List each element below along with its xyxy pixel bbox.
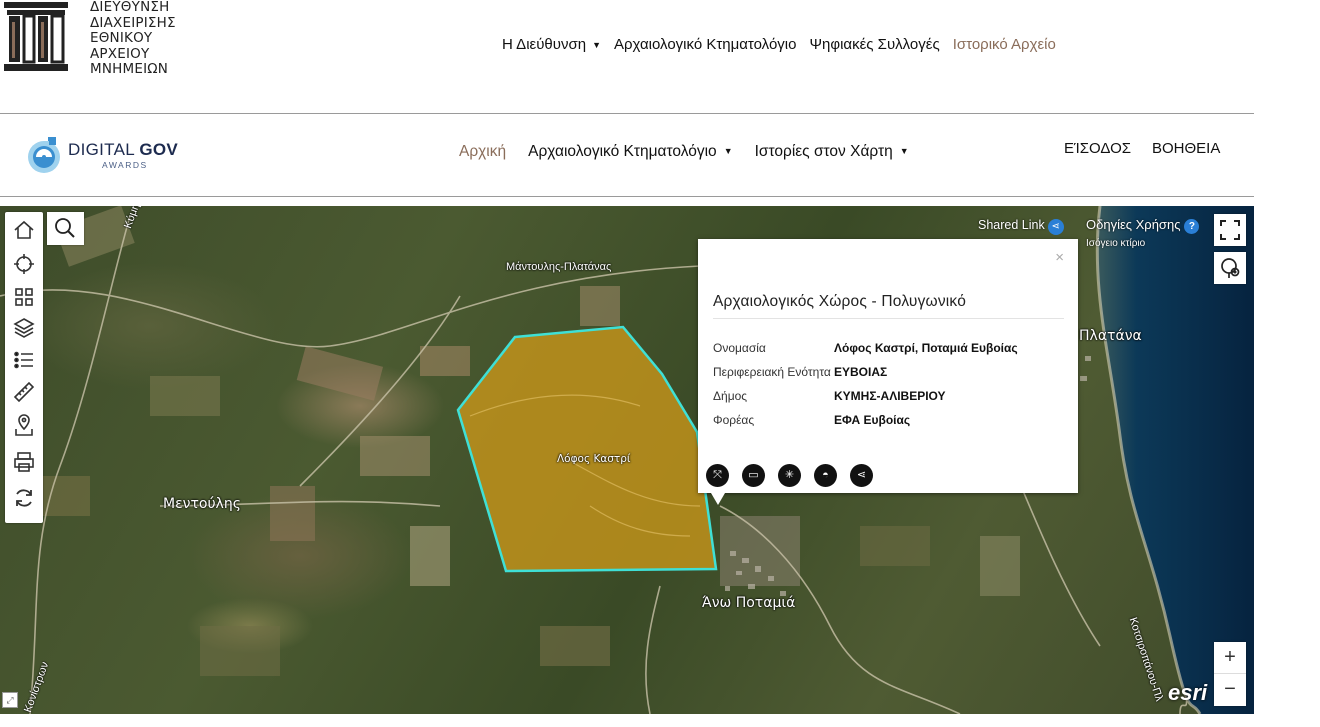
- ground-floor-label: Ισόγειο κτίριο: [1086, 238, 1146, 249]
- org-name: ΔΙΕΥΘΥΝΣΗ ΔΙΑΧΕΙΡΙΣΗΣ ΕΘΝΙΚΟΥ ΑΡΧΕΙΟΥ ΜΝ…: [90, 0, 176, 78]
- nav-stories-label: Ιστορίες στον Χάρτη: [754, 143, 893, 160]
- add-location-button[interactable]: [1214, 252, 1246, 284]
- popup-row-key: Ονομασία: [713, 341, 766, 355]
- elevation-icon[interactable]: ◓: [814, 464, 837, 487]
- caret-down-icon: ▼: [723, 146, 733, 156]
- award-title-bold: GOV: [139, 140, 179, 159]
- login-link[interactable]: ΕΊΣΟΔΟΣ: [1064, 140, 1131, 157]
- map-search-button[interactable]: [47, 212, 84, 245]
- locate-icon[interactable]: [12, 252, 36, 276]
- digital-gov-awards-logo[interactable]: DIGITAL GOV AWARDS: [24, 133, 184, 179]
- org-line: ΕΘΝΙΚΟΥ: [90, 30, 153, 46]
- site-label: Λόφος Καστρί: [557, 453, 631, 465]
- print-icon[interactable]: [12, 450, 36, 474]
- ministry-logo-icon[interactable]: [4, 2, 68, 72]
- zoom-out-button[interactable]: −: [1214, 674, 1246, 706]
- top-nav: Η Διεύθυνση ▼ Αρχαιολογικό Κτηματολόγιο Ψ…: [502, 36, 1069, 53]
- award-title: DIGITAL GOV: [68, 140, 178, 160]
- basemap-gallery-icon[interactable]: [12, 285, 36, 309]
- popup-pointer: [711, 493, 725, 505]
- caret-down-icon: ▼: [592, 40, 601, 50]
- digital-gov-logo-icon: [28, 137, 60, 173]
- zoom-in-button[interactable]: +: [1214, 642, 1246, 674]
- app-nav: Αρχική Αρχαιολογικό Κτηματολόγιο ▼ Ιστορί…: [459, 143, 931, 161]
- map-view[interactable]: Λόφος Καστρί Μεντούλης Άνω Ποταμιά Πλατά…: [0, 206, 1254, 714]
- divider: [713, 318, 1064, 319]
- esri-attribution: esri: [1168, 680, 1208, 705]
- nav-stories-menu[interactable]: Ιστορίες στον Χάρτη ▼: [755, 143, 909, 161]
- popup-actions: ⤧ ▭ ✳ ◓ ⋖: [706, 464, 873, 487]
- popup-row-key: Περιφερειακή Ενότητα: [713, 365, 831, 379]
- instructions-link[interactable]: Οδηγίες Χρήσης?: [1086, 217, 1200, 234]
- measure-ruler-icon[interactable]: [12, 380, 36, 404]
- nav-collections[interactable]: Ψηφιακές Συλλογές: [809, 36, 939, 53]
- nav-cadastre-menu[interactable]: Αρχαιολογικό Κτηματολόγιο ▼: [528, 143, 733, 161]
- popup-row-value: Λόφος Καστρί, Ποταμιά Ευβοίας: [834, 341, 1018, 355]
- help-link[interactable]: ΒΟΗΘΕΙΑ: [1152, 140, 1220, 157]
- nav-home[interactable]: Αρχική: [459, 143, 506, 161]
- shared-link[interactable]: Shared Link ⋖: [978, 218, 1064, 235]
- site-header: ΔΙΕΥΘΥΝΣΗ ΔΙΑΧΕΙΡΙΣΗΣ ΕΘΝΙΚΟΥ ΑΡΧΕΙΟΥ ΜΝ…: [0, 0, 1254, 114]
- refresh-icon[interactable]: [12, 486, 36, 510]
- nav-directorate[interactable]: Η Διεύθυνση ▼: [502, 36, 601, 53]
- share-icon: ⋖: [1047, 219, 1064, 235]
- popup-title: Αρχαιολογικός Χώρος - Πολυγωνικό: [713, 293, 967, 310]
- org-line: ΔΙΕΥΘΥΝΣΗ: [90, 0, 170, 15]
- popup-row-value: ΚΥΜΗΣ-ΑΛΙΒΕΡΙΟΥ: [834, 389, 946, 403]
- coordinates-icon[interactable]: ✳: [778, 464, 801, 487]
- org-line: ΜΝΗΜΕΙΩΝ: [90, 61, 169, 77]
- map-toolbar: [5, 212, 43, 523]
- popup-row-value: ΕΥΒΟΙΑΣ: [834, 365, 888, 379]
- fullscreen-button[interactable]: [1214, 214, 1246, 246]
- nav-cadastre-label: Αρχαιολογικό Κτηματολόγιο: [528, 143, 717, 160]
- expand-corner-icon[interactable]: ⤢: [2, 692, 18, 708]
- org-line: ΑΡΧΕΙΟΥ: [90, 45, 150, 62]
- caret-down-icon: ▼: [899, 146, 909, 156]
- place-label-mentoulis: Μεντούλης: [163, 496, 241, 512]
- instructions-label: Οδηγίες Χρήσης: [1086, 217, 1181, 232]
- app-header: DIGITAL GOV AWARDS Αρχική Αρχαιολογικό Κ…: [0, 115, 1254, 197]
- zoom-to-icon[interactable]: ⤧: [706, 464, 729, 487]
- shared-link-label: Shared Link: [978, 218, 1045, 232]
- org-line: ΔΙΑΧΕΙΡΙΣΗΣ: [90, 14, 176, 31]
- home-icon[interactable]: [12, 218, 36, 242]
- zoom-controls: + −: [1214, 642, 1246, 706]
- fullscreen-icon: [1220, 220, 1240, 240]
- legend-list-icon[interactable]: [12, 348, 36, 372]
- road-label: Μάντουλης-Πλατάνας: [506, 261, 612, 273]
- popup-row-key: Δήμος: [713, 389, 748, 403]
- archaeological-site-polygon[interactable]: [456, 325, 718, 573]
- nav-directorate-label: Η Διεύθυνση: [502, 36, 587, 53]
- nav-cadastre[interactable]: Αρχαιολογικό Κτηματολόγιο: [614, 36, 797, 53]
- place-label-ano-potamia: Άνω Ποταμιά: [702, 595, 796, 611]
- close-icon[interactable]: ×: [1055, 249, 1064, 266]
- help-icon: ?: [1184, 219, 1200, 234]
- location-add-icon: [1221, 258, 1240, 278]
- place-label-platana: Πλατάνα: [1079, 328, 1142, 344]
- award-subtitle: AWARDS: [102, 160, 148, 170]
- popup-row-value: ΕΦΑ Ευβοίας: [834, 413, 911, 427]
- award-title-light: DIGITAL: [68, 140, 140, 159]
- feature-popup: × Αρχαιολογικός Χώρος - Πολυγωνικό Ονομα…: [698, 239, 1078, 493]
- place-pin-icon[interactable]: [12, 413, 36, 437]
- nav-archive[interactable]: Ιστορικό Αρχείο: [953, 36, 1056, 53]
- layers-icon[interactable]: [12, 316, 36, 340]
- popup-row-key: Φορέας: [713, 413, 755, 427]
- share-icon[interactable]: ⋖: [850, 464, 873, 487]
- folder-icon[interactable]: ▭: [742, 464, 765, 487]
- search-icon: [55, 218, 75, 238]
